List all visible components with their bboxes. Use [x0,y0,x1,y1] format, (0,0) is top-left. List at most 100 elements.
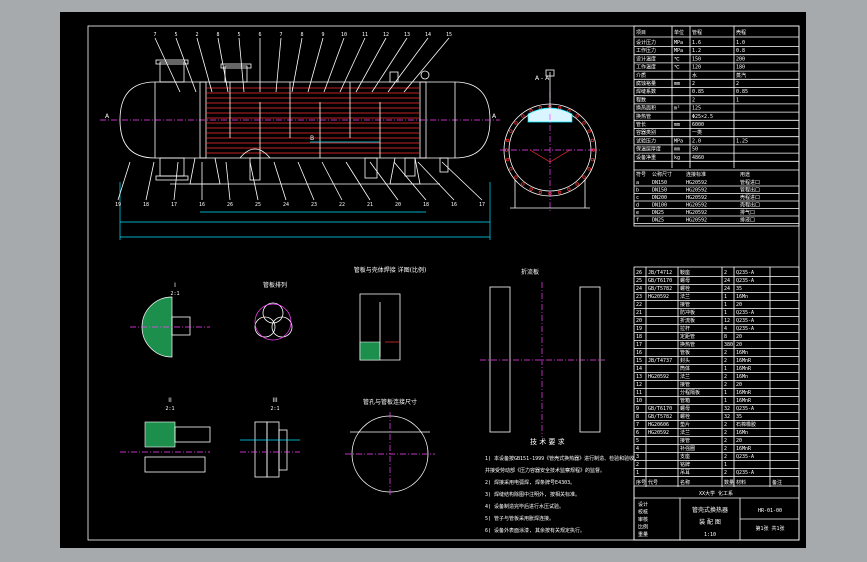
design-table-cell: 6000 [692,122,704,128]
parts-list-cell: 19 [636,326,642,332]
balloon-number: 23 [311,202,317,208]
parts-list-cell: 20 [736,334,742,340]
design-table-cell: ℃ [674,56,680,62]
title-block-label: 比例 [638,524,648,531]
balloon-number: 5 [174,32,177,38]
leader-line [441,161,483,201]
design-table-cell: 介质 [636,72,646,79]
parts-list-cell: 2 [724,470,727,476]
design-table-cell: MPa [674,138,683,144]
design-table-cell: 50 [692,147,698,153]
design-table-cell: kg [674,155,680,161]
design-table-cell: 1.2 [692,48,701,54]
balloon-number: 24 [283,202,289,208]
design-table-cell: 焊缝系数 [636,88,656,95]
parts-list-cell: Q235-A [736,454,754,460]
bolt-hole [558,190,562,195]
design-table-cell: Φ25×2.5 [692,114,713,120]
parts-list-cell: 防冲板 [680,309,695,316]
design-table-cell: 2 [692,81,695,87]
balloon-number: 20 [395,202,401,208]
bolt-hole [505,158,510,162]
leader-line [117,161,131,201]
leader-line [173,161,179,201]
parts-list-cell: 16Mn [736,430,748,436]
leader-line [249,161,259,201]
balloon-number: 19 [115,202,121,208]
bolt-hole [587,167,591,171]
tech-requirements-heading: 技 术 要 求 [530,437,565,446]
detail-5-label: III [272,397,278,404]
bolt-hole [587,129,591,133]
parts-list-cell: 15 [636,358,642,364]
nozzle-table-cell: a [636,180,639,186]
design-table-cell: 腐蚀裕量 [636,80,656,87]
parts-list-cell: Q235-A [736,406,754,412]
parts-list-header: 序号 [636,479,646,486]
design-table-cell: 容器类别 [636,129,656,136]
leader-line [273,161,287,201]
leader-line [238,37,245,93]
nozzle-table-cell: DN25 [652,210,664,216]
leader-line [393,161,427,201]
detail-2-view: 管板排列 [254,281,293,341]
parts-list-frame [633,266,800,541]
detail-5-scale: 2:1 [270,406,279,412]
parts-list-cell: HG20592 [648,430,669,436]
design-table-cell: 1.0 [736,40,745,46]
tech-requirement-item: 3) 焊缝结构除图中注明外, 按相关标准。 [485,491,580,498]
balloons-top: 7 5 2 8 5 6 7 8 9 10 11 12 13 14 15 [153,32,452,38]
design-table-cell: 4860 [692,155,704,161]
parts-list-cell: 16Mn [736,294,748,300]
tech-requirement-item: 并接受劳动部《压力容器安全技术监察规程》的监督。 [485,467,605,474]
parts-list-cell: 换热管 [680,341,695,348]
parts-list-cell: 25 [636,278,642,284]
parts-list-cell: 26 [636,270,642,276]
parts-list-cell: 16Mn [736,350,748,356]
cad-drawing[interactable]: A A B 7 5 2 8 5 6 7 8 9 10 11 12 13 14 15 19 18 17 16 26 25… [60,12,806,548]
nozzle-table-cell: c [636,195,639,201]
parts-list-cell: 2 [724,350,727,356]
cad-viewport[interactable]: A A B 7 5 2 8 5 6 7 8 9 10 11 12 13 14 15 19 18 17 16 26 25… [60,12,806,548]
bolt-hole [567,187,571,191]
leader-line [145,161,155,201]
school-name: XX大学 化工系 [699,490,733,497]
balloon-number: 8 [216,32,219,38]
parts-list-cell: 23 [636,294,642,300]
design-table-cell: 200 [736,56,745,62]
leader-line [321,161,343,201]
parts-list-header: 材料 [736,479,746,486]
design-table-cell: 程数 [636,96,646,103]
design-table-cell: 换热管 [636,113,651,120]
parts-list-cell: 24 [724,278,730,284]
leader-lines-bottom [117,161,483,201]
leader-line [175,37,197,93]
balloon-number: 5 [237,32,240,38]
parts-list-cell: 2 [724,430,727,436]
bolt-hole [521,182,525,186]
balloon-number: 7 [279,32,282,38]
nozzle-table-cell: HG20592 [686,180,707,186]
balloon-number: 16 [199,202,205,208]
detail-5-view: III 2:1 [240,397,300,478]
parts-list-cell: GB/T5782 [648,414,672,420]
nozzle-table-cell: HG20592 [686,188,707,194]
parts-list-table: 26 JB/T4712 鞍座 2 Q235-A25 GB/T6170 螺母 24 Q235-A2… [634,267,799,487]
parts-list-cell: 20 [736,302,742,308]
nozzle-table-cell: DN200 [652,195,667,201]
parts-list-cell: 21 [636,310,642,316]
design-table-cell: 保温层厚度 [636,146,661,153]
parts-list-cell: 20 [736,438,742,444]
parts-list-cell: 10 [636,398,642,404]
parts-list-cell: 石棉橡胶 [736,421,756,428]
leader-line [345,161,371,201]
parts-list-cell: 17 [636,342,642,348]
parts-list-cell: 2 [724,438,727,444]
parts-list-cell: 封头 [680,357,690,364]
parts-list-cell: 铭牌 [680,461,690,468]
leader-line [307,37,324,93]
parts-list-cell: JB/T4737 [648,358,672,364]
tech-requirement-item: 4) 设备制造完毕后进行水压试验。 [485,503,564,510]
detail-4-label: II [168,397,172,404]
nozzle-table-cell: 管程出口 [740,187,760,194]
